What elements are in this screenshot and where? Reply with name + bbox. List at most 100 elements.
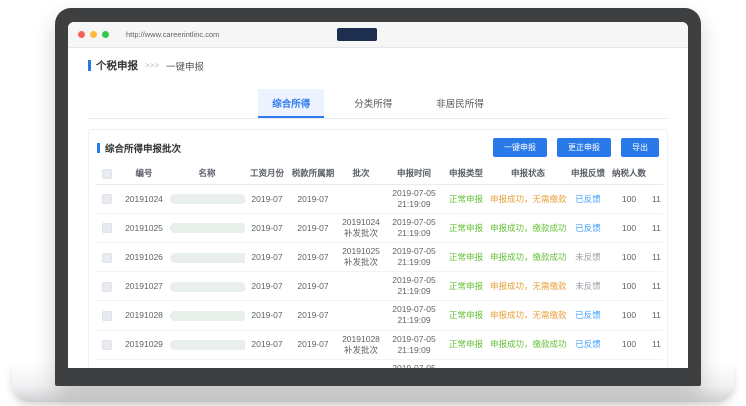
row-declare-type-cell: 正常申报 (443, 301, 489, 330)
col-header-declare-status: 申报状态 (489, 163, 567, 185)
row-checkbox[interactable] (102, 340, 112, 350)
row-feedback-cell: 已反馈 (567, 301, 609, 330)
row-declare-status-cell: 申报成功，缴款成功 (489, 359, 567, 368)
row-checkbox[interactable] (102, 282, 112, 292)
row-batch-cell (337, 272, 385, 301)
row-id-cell: 20191028 (119, 301, 169, 330)
row-clipped-cell: 11 (649, 214, 663, 243)
row-feedback-cell: 未反馈 (567, 243, 609, 272)
row-declare-status-cell: 申报成功，无需缴款 (489, 272, 567, 301)
row-declare-time-cell: 2019-07-0521:19:09 (385, 301, 443, 330)
masked-name (170, 282, 245, 292)
batch-table: 编号 名称 工资月份 税款所属期 批次 申报时间 申报类型 申报状态 申报反馈 (95, 163, 663, 368)
row-id-cell: 20191029 (119, 330, 169, 359)
row-feedback-cell: 未反馈 (567, 272, 609, 301)
table-row: 20191028 2019-07 2019-07 2019-07-0521:19… (95, 301, 663, 330)
traffic-light-maximize-icon[interactable] (102, 31, 109, 38)
row-declare-time-cell: 2019-07-0521:19:09 (385, 214, 443, 243)
row-id-cell: 20191024 (119, 185, 169, 214)
page-content: 个税申报 >>> 一键申报 综合所得 分类所得 非居民所得 综合所得申报批次 (68, 48, 688, 368)
row-clipped-cell: 11 (649, 272, 663, 301)
row-checkbox[interactable] (102, 253, 112, 263)
panel-actions: 一键申报 更正申报 导出 (493, 138, 659, 157)
tab-comprehensive-income[interactable]: 综合所得 (258, 89, 324, 118)
one-click-declare-button[interactable]: 一键申报 (493, 138, 547, 157)
row-batch-cell: 20191028补发批次 (337, 330, 385, 359)
row-feedback-cell: 已反馈 (567, 359, 609, 368)
row-name-cell (169, 243, 245, 272)
row-salary-month-cell: 2019-07 (245, 214, 289, 243)
masked-name (170, 340, 245, 350)
row-taxpayer-count-cell: 100 (609, 359, 649, 368)
tab-bar: 综合所得 分类所得 非居民所得 (88, 89, 668, 119)
masked-name (170, 253, 245, 263)
table-row: 20191030 2019-07 2019-07 2019-07-0521:19… (95, 359, 663, 368)
row-taxpayer-count-cell: 100 (609, 243, 649, 272)
breadcrumb-separator: >>> (145, 61, 159, 70)
masked-name (170, 194, 245, 204)
row-select-cell (95, 272, 119, 301)
row-salary-month-cell: 2019-07 (245, 185, 289, 214)
row-declare-status-cell: 申报成功，无需缴款 (489, 301, 567, 330)
row-select-cell (95, 243, 119, 272)
row-name-cell (169, 214, 245, 243)
row-select-cell (95, 185, 119, 214)
row-clipped-cell: 11 (649, 243, 663, 272)
traffic-light-close-icon[interactable] (78, 31, 85, 38)
row-declare-type-cell: 正常申报 (443, 359, 489, 368)
row-id-cell: 20191027 (119, 272, 169, 301)
row-batch-cell: 20191024补发批次 (337, 214, 385, 243)
col-header-clipped (649, 163, 663, 185)
row-declare-type-cell: 正常申报 (443, 330, 489, 359)
row-checkbox[interactable] (102, 223, 112, 233)
row-id-cell: 20191026 (119, 243, 169, 272)
batch-panel: 综合所得申报批次 一键申报 更正申报 导出 (88, 129, 668, 368)
row-declare-status-cell: 申报成功，缴款成功 (489, 214, 567, 243)
row-batch-cell (337, 301, 385, 330)
traffic-light-minimize-icon[interactable] (90, 31, 97, 38)
panel-title: 综合所得申报批次 (97, 141, 181, 155)
laptop-screen: http://www.careerintlinc.com 个税申报 >>> 一键… (55, 8, 701, 386)
row-id-cell: 20191025 (119, 214, 169, 243)
row-feedback-cell: 已反馈 (567, 214, 609, 243)
row-checkbox[interactable] (102, 194, 112, 204)
export-button[interactable]: 导出 (621, 138, 659, 157)
tab-nonresident-income[interactable]: 非居民所得 (422, 89, 498, 118)
row-name-cell (169, 272, 245, 301)
address-bar-url[interactable]: http://www.careerintlinc.com (126, 30, 219, 39)
tab-classified-income[interactable]: 分类所得 (340, 89, 406, 118)
browser-window: http://www.careerintlinc.com 个税申报 >>> 一键… (68, 22, 688, 368)
row-clipped-cell: 11 (649, 301, 663, 330)
title-marker (88, 60, 91, 71)
col-header-declare-feedback: 申报反馈 (567, 163, 609, 185)
row-declare-time-cell: 2019-07-0521:19:09 (385, 185, 443, 214)
breadcrumb-current: 一键申报 (166, 59, 204, 73)
select-all-checkbox[interactable] (102, 169, 112, 179)
row-taxpayer-count-cell: 100 (609, 214, 649, 243)
row-declare-time-cell: 2019-07-0521:19:09 (385, 243, 443, 272)
row-select-cell (95, 214, 119, 243)
row-tax-period-cell: 2019-07 (289, 185, 337, 214)
table-row: 20191024 2019-07 2019-07 2019-07-0521:19… (95, 185, 663, 214)
row-feedback-cell: 已反馈 (567, 330, 609, 359)
row-declare-type-cell: 正常申报 (443, 185, 489, 214)
row-batch-cell: 20191025补发批次 (337, 243, 385, 272)
row-declare-status-cell: 申报成功，缴款成功 (489, 243, 567, 272)
correction-declare-button[interactable]: 更正申报 (557, 138, 611, 157)
row-tax-period-cell: 2019-07 (289, 272, 337, 301)
row-salary-month-cell: 2019-07 (245, 243, 289, 272)
row-clipped-cell: 11 (649, 185, 663, 214)
row-clipped-cell: 11 (649, 330, 663, 359)
row-tax-period-cell: 2019-07 (289, 359, 337, 368)
row-name-cell (169, 359, 245, 368)
row-taxpayer-count-cell: 100 (609, 330, 649, 359)
table-row: 20191027 2019-07 2019-07 2019-07-0521:19… (95, 272, 663, 301)
col-header-name: 名称 (169, 163, 245, 185)
row-tax-period-cell: 2019-07 (289, 330, 337, 359)
row-clipped-cell: 11 (649, 359, 663, 368)
browser-titlebar: http://www.careerintlinc.com (68, 22, 688, 48)
col-header-salary-month: 工资月份 (245, 163, 289, 185)
row-checkbox[interactable] (102, 311, 112, 321)
row-taxpayer-count-cell: 100 (609, 301, 649, 330)
row-declare-type-cell: 正常申报 (443, 272, 489, 301)
